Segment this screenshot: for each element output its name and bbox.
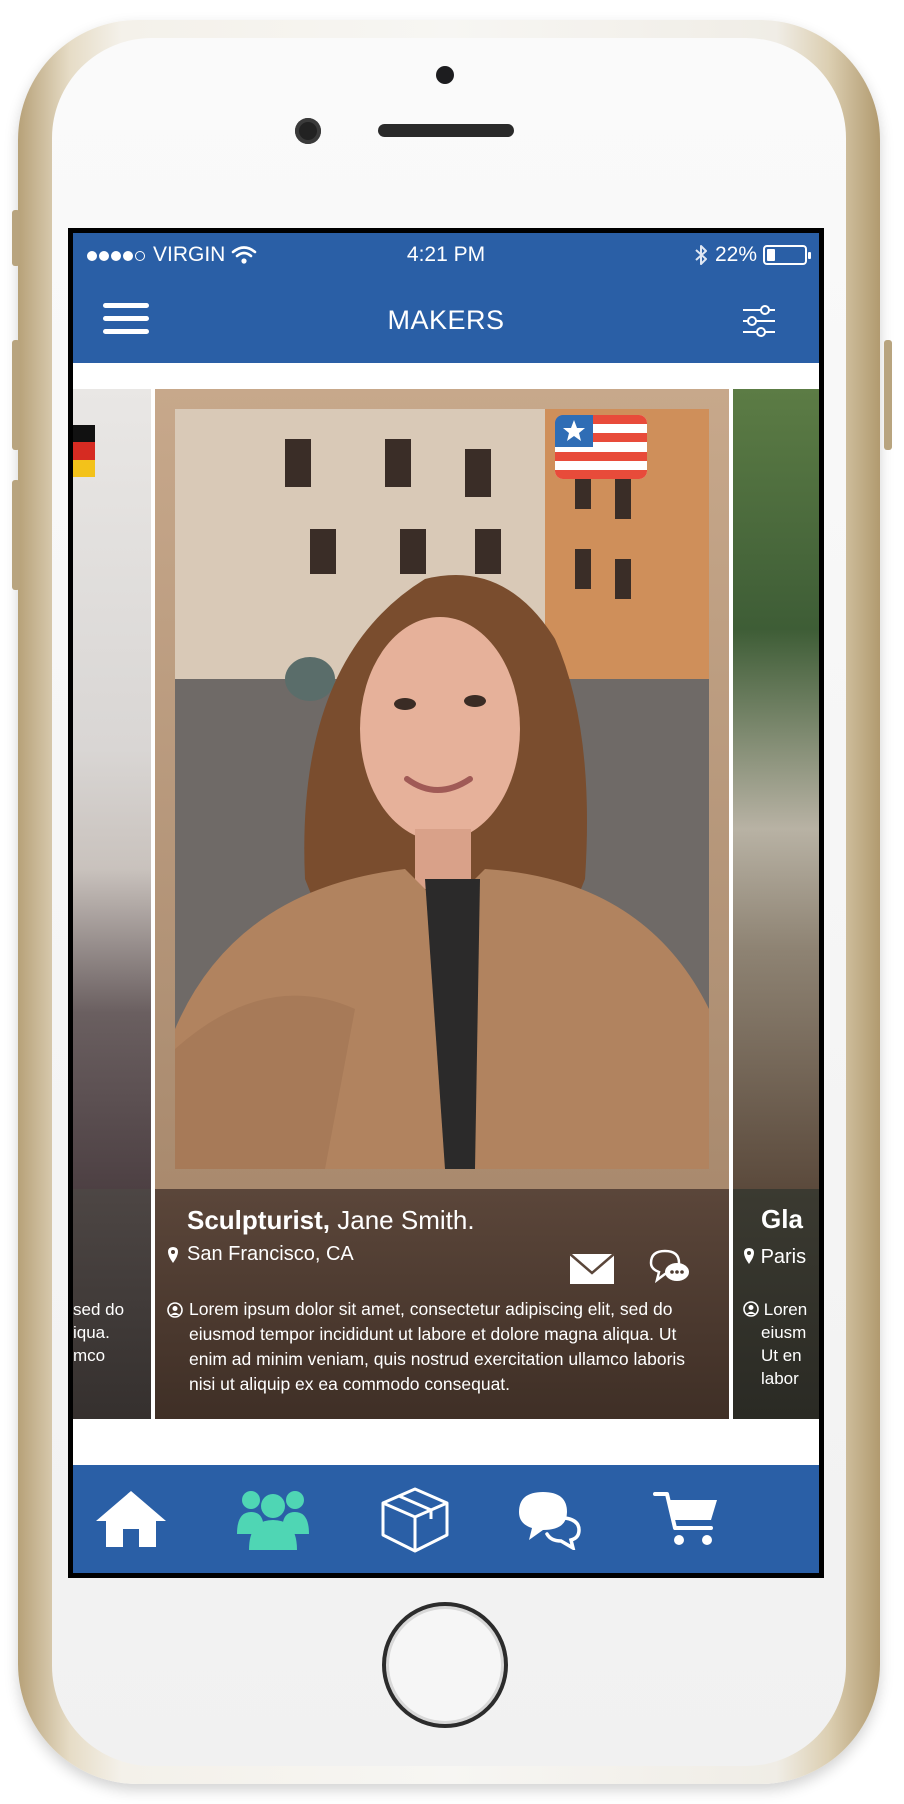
maker-photo[interactable] <box>175 409 709 1169</box>
bluetooth-icon <box>695 245 707 265</box>
status-right: 22% <box>693 243 811 267</box>
sliders-filter-icon[interactable] <box>739 301 779 341</box>
chat-bubbles-icon <box>519 1492 581 1550</box>
home-icon <box>96 1491 166 1547</box>
location-pin-icon <box>168 1246 178 1263</box>
mute-switch <box>12 210 20 266</box>
people-icon <box>237 1491 309 1550</box>
maker-info-panel: Sculpturist, Jane Smith. San Francisco, … <box>155 1189 729 1419</box>
previous-desc-line-2: iqua. <box>73 1323 110 1342</box>
proximity-sensor <box>436 66 454 84</box>
maker-location: San Francisco, CA <box>187 1243 354 1265</box>
next-desc-line-4: labor <box>761 1369 799 1388</box>
tab-cart[interactable] <box>647 1483 727 1555</box>
next-maker-photo <box>733 389 819 1189</box>
volume-up-button <box>12 340 20 450</box>
battery-percent: 22% <box>714 243 757 266</box>
maker-description-row: Lorem ipsum dolor sit amet, consectetur … <box>167 1297 715 1397</box>
app-header: MAKERS <box>73 279 819 363</box>
next-maker-role: Gla <box>761 1204 803 1234</box>
earpiece-speaker <box>378 124 514 137</box>
next-desc-line-1: Loren <box>743 1297 807 1322</box>
power-button <box>884 340 892 450</box>
user-circle-icon <box>167 1302 183 1318</box>
next-desc-line-2: eiusm <box>761 1323 807 1342</box>
bottom-tab-bar <box>73 1465 819 1573</box>
tab-makers[interactable] <box>233 1483 313 1555</box>
phone-screen: VIRGIN 4:21 PM 22% MAKERS sed do iqua. m… <box>68 228 824 1578</box>
maker-title: Sculpturist, Jane Smith. <box>187 1205 475 1236</box>
cart-icon <box>653 1492 717 1545</box>
maker-card-previous[interactable]: sed do iqua. mco <box>73 389 151 1419</box>
next-desc-text-1: Loren <box>763 1300 808 1319</box>
volume-down-button <box>12 480 20 590</box>
chat-icon[interactable] <box>647 1247 691 1287</box>
box-icon <box>381 1487 449 1553</box>
tab-home[interactable] <box>91 1483 171 1555</box>
previous-desc-line-3: mco <box>73 1346 106 1365</box>
maker-name: Jane Smith. <box>337 1205 475 1235</box>
front-camera <box>295 118 321 144</box>
previous-maker-photo <box>73 389 151 1189</box>
previous-desc-line-1: sed do <box>73 1300 125 1319</box>
location-pin-icon <box>744 1248 754 1264</box>
mail-icon[interactable] <box>569 1253 615 1285</box>
next-maker-location-row: Paris <box>743 1245 806 1270</box>
page-title: MAKERS <box>387 305 505 335</box>
home-button[interactable] <box>382 1602 508 1728</box>
status-bar: VIRGIN 4:21 PM 22% <box>73 233 819 279</box>
maker-card-current[interactable]: Sculpturist, Jane Smith. San Francisco, … <box>155 389 729 1419</box>
maker-description: Lorem ipsum dolor sit amet, consectetur … <box>189 1299 686 1394</box>
maker-location-row: San Francisco, CA <box>167 1243 354 1266</box>
battery-icon <box>763 245 811 265</box>
germany-flag-icon <box>73 425 95 477</box>
maker-portrait-image <box>175 409 709 1169</box>
user-circle-icon <box>743 1301 759 1317</box>
tab-products[interactable] <box>375 1483 455 1555</box>
next-maker-location: Paris <box>760 1246 807 1268</box>
next-desc-line-3: Ut en <box>761 1346 802 1365</box>
tab-messages[interactable] <box>509 1483 589 1555</box>
app-screen: VIRGIN 4:21 PM 22% MAKERS sed do iqua. m… <box>73 233 819 1573</box>
maker-role: Sculpturist, <box>187 1205 331 1235</box>
maker-card-next[interactable]: Gla Paris Loren eiusm Ut en labor <box>733 389 819 1419</box>
us-flag-icon <box>555 415 647 479</box>
makers-carousel[interactable]: sed do iqua. mco Sculpturist, Jane Smith… <box>73 389 819 1419</box>
